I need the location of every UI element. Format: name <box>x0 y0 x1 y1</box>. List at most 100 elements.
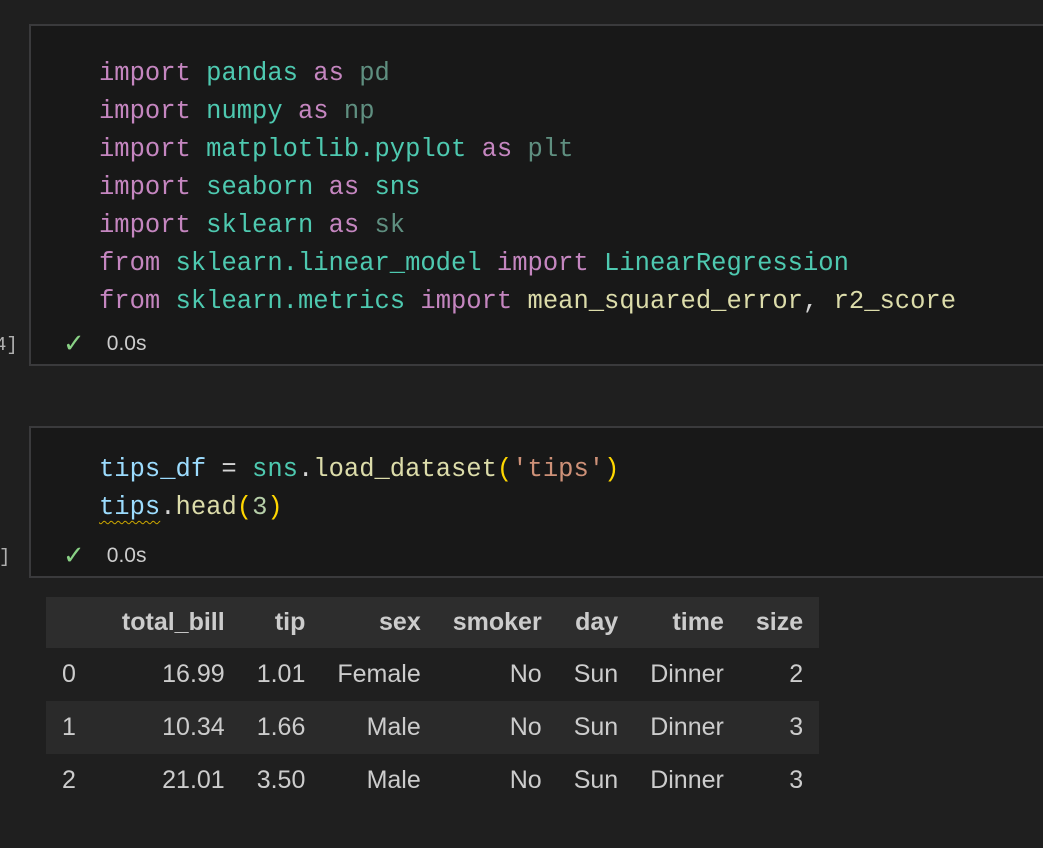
table-cell: Sun <box>573 660 619 688</box>
code-token: sns <box>374 173 421 202</box>
code-token: as <box>481 135 513 164</box>
code-token: ) <box>604 455 620 484</box>
table-cell: 3 <box>789 766 804 794</box>
code-token: . <box>297 455 314 484</box>
code-token: from <box>99 249 161 278</box>
code-token: mean_squared_error <box>527 287 803 316</box>
code-cell-load-tips[interactable]: tips_df = sns.load_dataset('tips') tips.h… <box>0 426 1043 578</box>
execution-time: 0.0s <box>106 331 147 355</box>
row-index: 1 <box>46 701 106 754</box>
table-cell: 16.99 <box>162 660 225 688</box>
code-token: sklearn.metrics <box>175 287 406 316</box>
code-token: = <box>206 455 253 484</box>
code-token: import <box>99 211 191 240</box>
table-row: 1 10.34 1.66 Male No Sun Dinner 3 <box>46 701 820 754</box>
table-row: 2 21.01 3.50 Male No Sun Dinner 3 <box>46 754 819 807</box>
code-token: tips_df <box>99 455 207 484</box>
code-token: import <box>99 173 191 202</box>
code-token: plt <box>527 135 574 164</box>
code-editor[interactable]: import pandas as pd import numpy as np imp… <box>99 55 956 321</box>
code-line: import pandas as pd <box>99 55 956 93</box>
code-line: import seaborn as sns <box>99 169 956 207</box>
table-cell: No <box>509 766 542 794</box>
code-token: . <box>160 493 176 522</box>
table-cell: 1.66 <box>240 701 322 754</box>
table-cell: Male <box>321 701 437 754</box>
code-token: sns <box>252 455 298 484</box>
execution-count: ] <box>0 546 11 568</box>
code-token: tips <box>99 493 161 522</box>
code-token: numpy <box>206 97 283 126</box>
column-header: total_bill <box>105 597 241 648</box>
code-token: import <box>99 135 191 164</box>
code-token: pd <box>359 59 390 88</box>
code-token: as <box>328 173 360 202</box>
code-editor[interactable]: tips_df = sns.load_dataset('tips') tips.h… <box>99 451 619 527</box>
code-token: as <box>328 211 360 240</box>
table-cell: 3.50 <box>256 766 306 794</box>
execution-count: 4] <box>0 334 18 356</box>
code-token: head <box>175 493 237 522</box>
code-token: load_dataset <box>313 455 497 484</box>
code-line: from sklearn.metrics import mean_squared… <box>99 283 956 321</box>
table-cell: Dinner <box>634 701 740 754</box>
code-token: LinearRegression <box>604 249 849 278</box>
code-line: from sklearn.linear_model import LinearR… <box>99 245 956 283</box>
table-cell: No <box>436 701 558 754</box>
cell-status: ✓ 0.0s <box>63 540 147 571</box>
code-token: seaborn <box>206 173 314 202</box>
column-header: tip <box>240 597 322 648</box>
table-cell: No <box>509 660 542 688</box>
table-cell: Male <box>366 766 421 794</box>
code-line: tips.head(3) <box>99 489 619 527</box>
code-line: import numpy as np <box>99 93 956 131</box>
table-cell: Female <box>337 660 421 688</box>
table-row: 0 16.99 1.01 Female No Sun Dinner 2 <box>46 648 819 701</box>
table-cell: 3 <box>739 701 820 754</box>
table-cell: Sun <box>557 701 635 754</box>
code-token: 'tips' <box>512 455 605 484</box>
code-token: ) <box>267 493 283 522</box>
column-header: size <box>739 597 820 648</box>
row-index: 0 <box>62 660 76 688</box>
code-line: tips_df = sns.load_dataset('tips') <box>99 451 619 489</box>
dataframe-output: total_bill tip sex smoker day time size 0 16.99… <box>46 597 820 807</box>
table-cell: 10.34 <box>105 701 241 754</box>
code-token: ( <box>236 493 253 522</box>
code-token: from <box>99 287 161 316</box>
code-token: r2_score <box>833 287 957 316</box>
check-icon: ✓ <box>63 328 85 358</box>
column-header: time <box>634 597 740 648</box>
code-token: pandas <box>206 59 298 88</box>
table-cell: 21.01 <box>162 766 225 794</box>
code-token: sklearn.linear_model <box>175 249 482 278</box>
code-token: matplotlib.pyplot <box>206 135 467 164</box>
code-token: ( <box>496 455 513 484</box>
table-cell: Sun <box>573 766 619 794</box>
column-header <box>46 597 106 648</box>
code-cell-imports[interactable]: import pandas as pd import numpy as np imp… <box>0 24 1043 366</box>
code-token: as <box>313 59 344 88</box>
code-token: sk <box>374 211 406 240</box>
code-line: import sklearn as sk <box>99 207 956 245</box>
code-token: as <box>297 97 329 126</box>
code-token: 3 <box>252 493 268 522</box>
code-line: import matplotlib.pyplot as plt <box>99 131 956 169</box>
